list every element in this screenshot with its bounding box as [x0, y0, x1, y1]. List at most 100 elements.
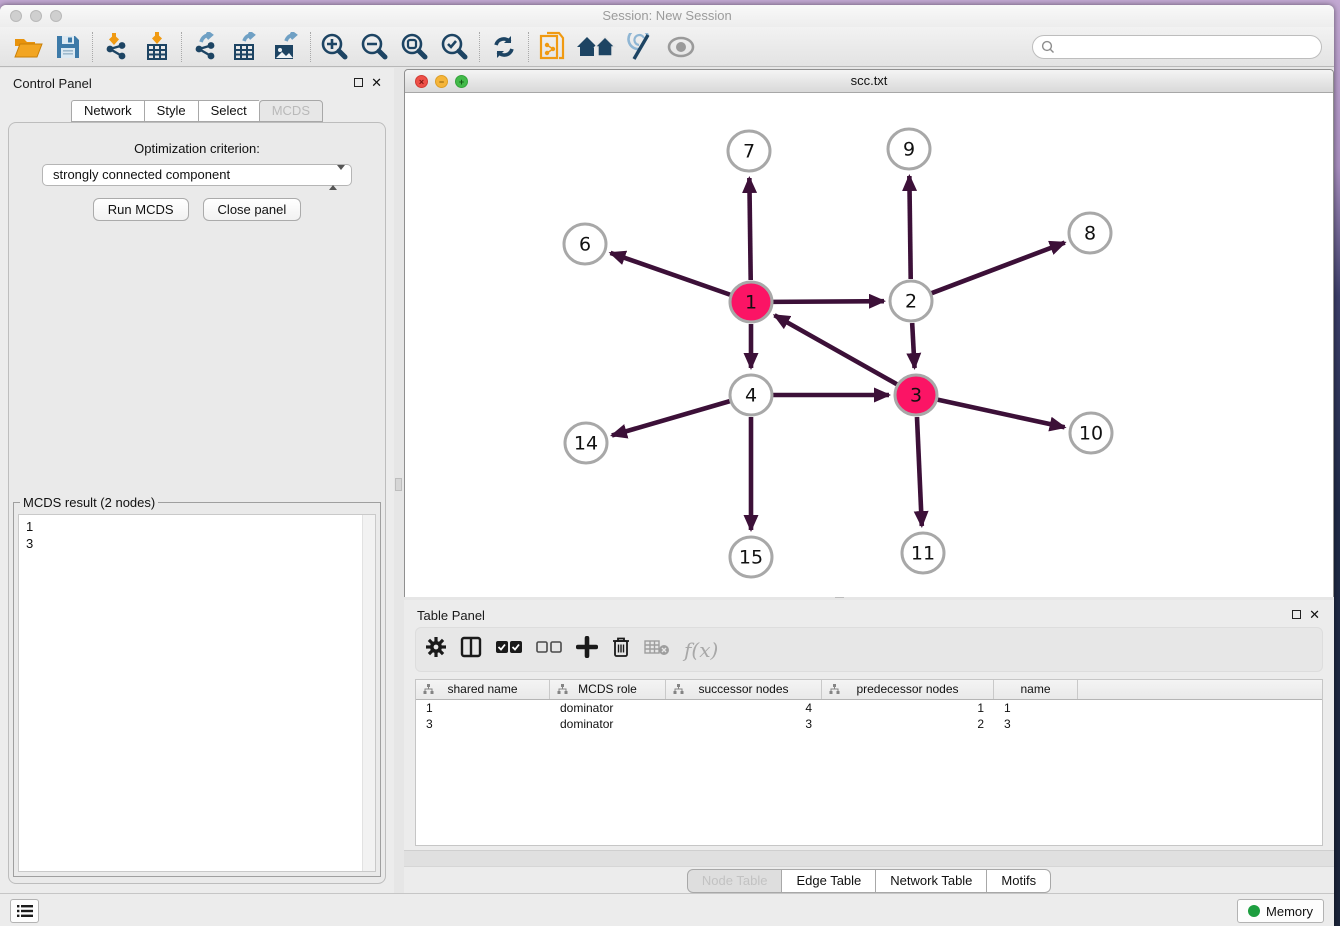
search-box[interactable]	[1032, 35, 1322, 59]
node-8[interactable]: 8	[1069, 213, 1111, 253]
cell-successor-nodes: 4	[666, 700, 822, 716]
edge-2-9[interactable]	[909, 176, 910, 279]
node-table[interactable]: shared nameMCDS rolesuccessor nodesprede…	[415, 679, 1323, 846]
vertical-splitter-handle[interactable]	[395, 478, 402, 491]
svg-text:11: 11	[911, 543, 935, 565]
edge-1-7[interactable]	[749, 178, 750, 280]
select-all-columns-icon[interactable]	[496, 640, 522, 659]
tab-select[interactable]: Select	[198, 100, 259, 122]
save-session-icon[interactable]	[48, 30, 88, 64]
edge-3-11[interactable]	[917, 417, 922, 526]
control-panel: Control Panel ✕ NetworkStyleSelectMCDS O…	[0, 68, 394, 895]
optimization-criterion-select[interactable]: strongly connected component	[42, 164, 352, 186]
memory-label: Memory	[1266, 904, 1313, 919]
tab-network[interactable]: Network	[71, 100, 144, 122]
float-panel-icon[interactable]	[354, 78, 363, 87]
refresh-icon[interactable]	[484, 30, 524, 64]
cell-name: 1	[994, 700, 1078, 716]
split-columns-icon[interactable]	[460, 636, 482, 663]
column-header-successor-nodes[interactable]: successor nodes	[666, 680, 822, 699]
edge-2-8[interactable]	[932, 243, 1065, 294]
tab-style[interactable]: Style	[144, 100, 198, 122]
zoom-in-icon[interactable]	[315, 30, 355, 64]
control-panel-header: Control Panel ✕	[0, 68, 394, 98]
edge-3-1[interactable]	[775, 315, 897, 384]
unselect-all-columns-icon[interactable]	[536, 640, 562, 659]
new-network-from-selection-icon[interactable]	[533, 30, 573, 64]
table-row[interactable]: 3dominator323	[416, 716, 1322, 732]
select-stepper-icon	[329, 168, 345, 188]
task-history-button[interactable]	[10, 899, 39, 923]
column-header-name[interactable]: name	[994, 680, 1078, 699]
toolbar-separator	[92, 32, 93, 62]
delete-column-icon[interactable]	[612, 636, 630, 663]
close-panel-icon[interactable]: ✕	[371, 76, 382, 89]
node-3[interactable]: 3	[895, 375, 937, 415]
network-close-button[interactable]: ×	[415, 75, 428, 88]
network-window-titlebar: × − + scc.txt	[405, 70, 1333, 93]
home-icon[interactable]	[573, 30, 621, 64]
close-table-panel-icon[interactable]: ✕	[1309, 608, 1320, 621]
edge-2-3[interactable]	[912, 323, 914, 368]
export-image-icon[interactable]	[266, 30, 306, 64]
window-zoom-button[interactable]	[50, 10, 62, 22]
cell-predecessor-nodes: 2	[822, 716, 994, 732]
run-mcds-button[interactable]: Run MCDS	[93, 198, 189, 221]
add-column-icon[interactable]	[576, 636, 598, 663]
node-2[interactable]: 2	[890, 281, 932, 321]
node-11[interactable]: 11	[902, 533, 944, 573]
svg-text:9: 9	[903, 139, 915, 161]
node-10[interactable]: 10	[1070, 413, 1112, 453]
eye-icon	[661, 30, 701, 64]
node-4[interactable]: 4	[730, 375, 772, 415]
export-table-icon[interactable]	[226, 30, 266, 64]
edge-1-6[interactable]	[610, 253, 730, 295]
memory-button[interactable]: Memory	[1237, 899, 1324, 923]
tab-node-table[interactable]: Node Table	[687, 869, 783, 893]
table-panel: Table Panel ✕	[404, 600, 1334, 895]
tab-motifs[interactable]: Motifs	[987, 869, 1051, 893]
search-input[interactable]	[1055, 37, 1321, 57]
zoom-selected-icon[interactable]	[435, 30, 475, 64]
node-1[interactable]: 1	[730, 282, 772, 322]
import-network-icon[interactable]	[97, 30, 137, 64]
node-15[interactable]: 15	[730, 537, 772, 577]
mcds-result-line: 1	[26, 518, 375, 535]
window-close-button[interactable]	[10, 10, 22, 22]
tab-edge-table[interactable]: Edge Table	[782, 869, 876, 893]
mcds-panel: Optimization criterion: strongly connect…	[8, 122, 386, 884]
column-header-MCDS-role[interactable]: MCDS role	[550, 680, 666, 699]
zoom-out-icon[interactable]	[355, 30, 395, 64]
tab-mcds[interactable]: MCDS	[259, 100, 323, 122]
svg-text:2: 2	[905, 291, 917, 313]
mcds-result-list[interactable]: 13	[18, 514, 376, 872]
node-6[interactable]: 6	[564, 224, 606, 264]
node-14[interactable]: 14	[565, 423, 607, 463]
hide-graphics-details-icon[interactable]	[621, 30, 661, 64]
list-icon	[17, 904, 33, 918]
window-minimize-button[interactable]	[30, 10, 42, 22]
close-panel-button[interactable]: Close panel	[203, 198, 302, 221]
open-session-icon[interactable]	[8, 30, 48, 64]
float-table-panel-icon[interactable]	[1292, 610, 1301, 619]
edge-1-2[interactable]	[773, 301, 884, 302]
control-panel-title: Control Panel	[13, 76, 92, 91]
column-header-predecessor-nodes[interactable]: predecessor nodes	[822, 680, 994, 699]
table-row[interactable]: 1dominator411	[416, 700, 1322, 716]
node-9[interactable]: 9	[888, 129, 930, 169]
column-header-shared-name[interactable]: shared name	[416, 680, 550, 699]
edge-3-10[interactable]	[937, 400, 1064, 428]
tab-network-table[interactable]: Network Table	[876, 869, 987, 893]
memory-status-icon	[1248, 905, 1260, 917]
import-table-icon[interactable]	[137, 30, 177, 64]
result-scrollbar[interactable]	[362, 515, 375, 871]
network-zoom-button[interactable]: +	[455, 75, 468, 88]
export-network-icon[interactable]	[186, 30, 226, 64]
network-graph-canvas[interactable]: 7 9 6 8 1 2 4 3 14 10 15 11	[405, 93, 1333, 597]
network-minimize-button[interactable]: −	[435, 75, 448, 88]
svg-text:1: 1	[745, 292, 757, 314]
gear-icon[interactable]	[426, 637, 446, 662]
edge-4-14[interactable]	[612, 401, 730, 435]
zoom-fit-icon[interactable]	[395, 30, 435, 64]
node-7[interactable]: 7	[728, 131, 770, 171]
